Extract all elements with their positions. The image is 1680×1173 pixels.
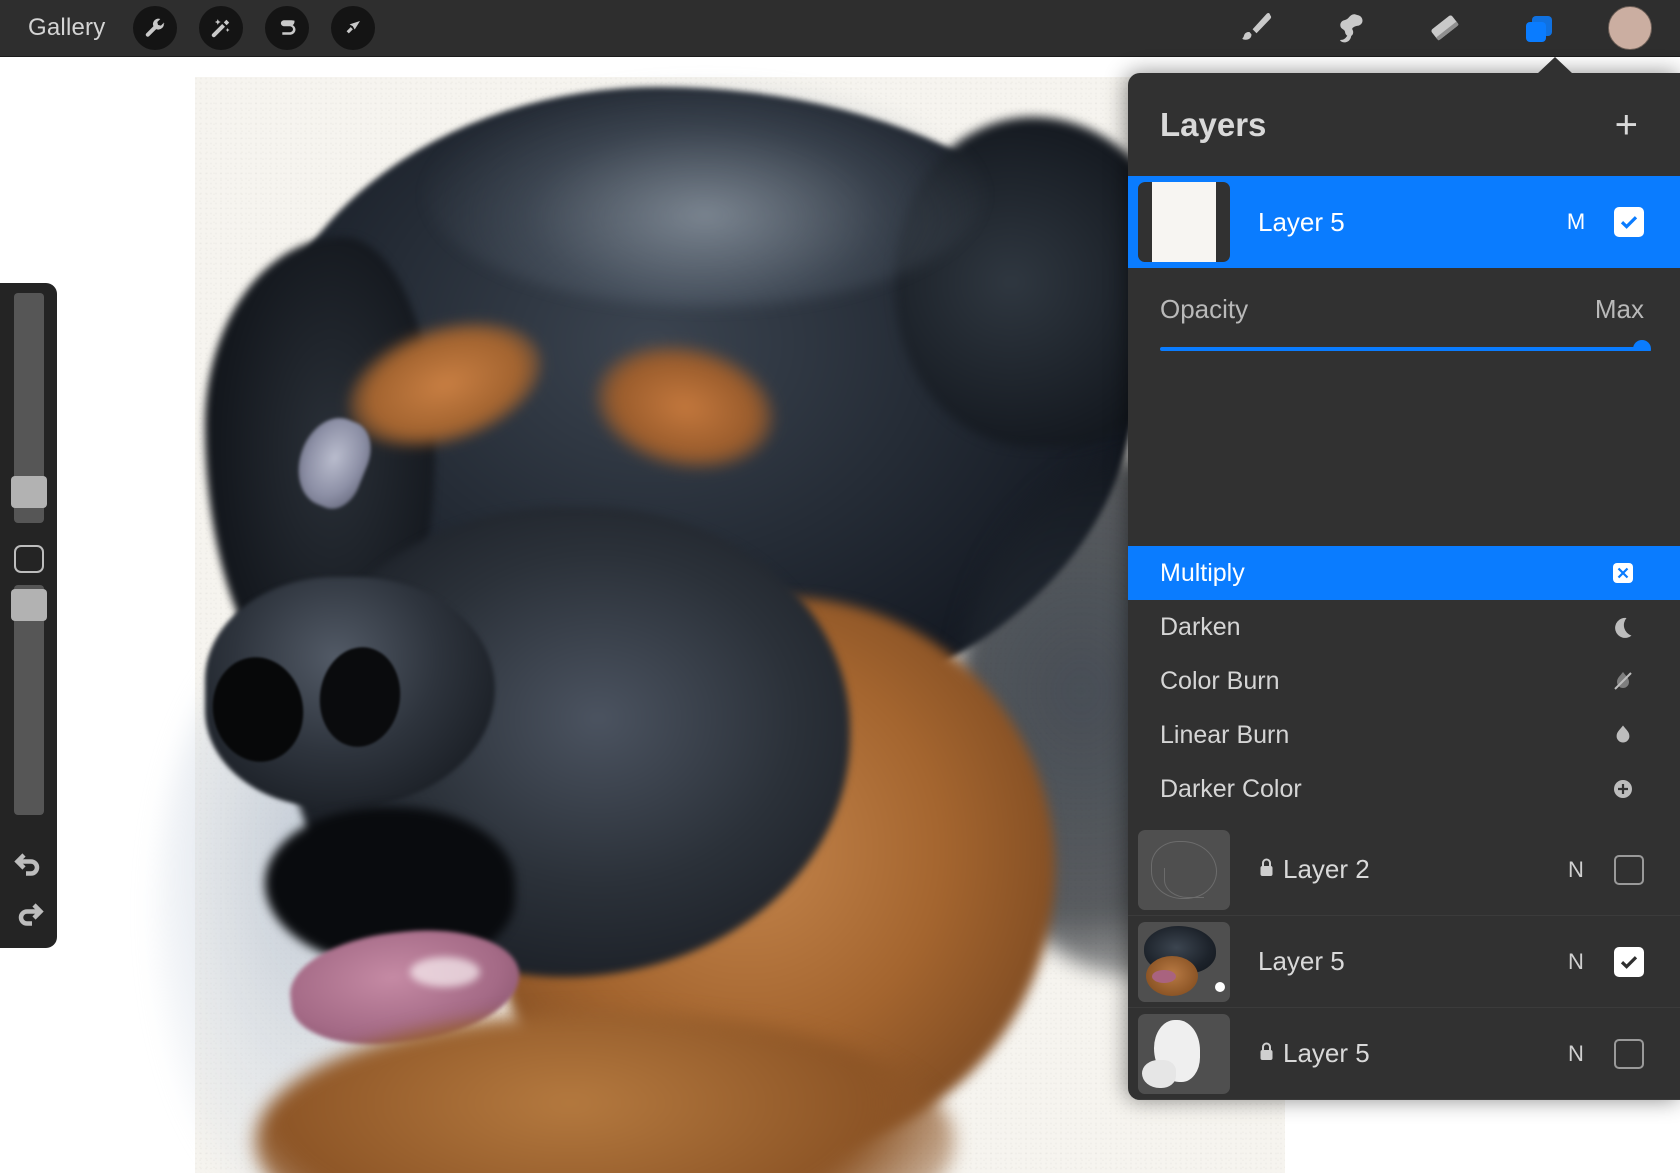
color-swatch[interactable] (1608, 6, 1652, 50)
layer-blend-mode-badge[interactable]: M (1556, 209, 1596, 235)
layer-thumbnail[interactable] (1138, 830, 1230, 910)
left-sidebar (0, 283, 57, 948)
linear-burn-icon (1608, 720, 1638, 750)
eraser-icon[interactable] (1420, 3, 1470, 53)
layer-blend-mode-badge[interactable]: N (1556, 1041, 1596, 1067)
layer-name-text: Layer 5 (1258, 946, 1345, 977)
layers-icon[interactable] (1514, 3, 1564, 53)
wrench-icon[interactable] (133, 6, 177, 50)
lock-icon (1258, 854, 1275, 885)
blend-mode-linear-burn[interactable]: Linear Burn (1128, 708, 1680, 762)
panel-caret (1537, 57, 1573, 74)
layer-row[interactable]: Layer 5 N (1128, 1008, 1680, 1100)
layer-list-bottom: Layer 2 N Layer 5 N (1128, 824, 1680, 1100)
layers-panel: Layers + Layer 5 M Opacity Max (1128, 73, 1680, 1100)
brush-size-thumb[interactable] (11, 476, 47, 508)
layer-name[interactable]: Layer 5 (1258, 207, 1556, 238)
brush-size-slider[interactable] (14, 293, 44, 523)
lock-icon (1258, 1038, 1275, 1069)
darken-moon-icon (1608, 612, 1638, 642)
add-layer-button[interactable]: + (1615, 105, 1638, 145)
layer-name[interactable]: Layer 2 (1258, 854, 1556, 885)
blend-mode-color-burn[interactable]: Color Burn (1128, 654, 1680, 708)
layer-name-text: Layer 2 (1283, 854, 1370, 885)
opacity-control: Opacity Max (1128, 268, 1680, 351)
layer-name-text: Layer 5 (1283, 1038, 1370, 1069)
opacity-label: Opacity (1160, 294, 1248, 325)
top-toolbar: Gallery (0, 0, 1680, 57)
magic-wand-icon[interactable] (199, 6, 243, 50)
blend-mode-label: Linear Burn (1160, 721, 1289, 750)
layer-thumbnail[interactable] (1138, 922, 1230, 1002)
multiply-icon (1608, 558, 1638, 588)
brush-opacity-slider[interactable] (14, 585, 44, 815)
selection-icon[interactable] (265, 6, 309, 50)
layer-name[interactable]: Layer 5 (1258, 946, 1556, 977)
page-title: Layers (1160, 106, 1266, 144)
blend-list-scroll-spacer (1128, 351, 1680, 546)
blend-mode-list[interactable]: Multiply Darken Color Burn Linear Burn (1128, 351, 1680, 824)
blend-mode-multiply[interactable]: Multiply (1128, 546, 1680, 600)
blend-mode-label: Color Burn (1160, 667, 1280, 696)
layer-blend-mode-badge[interactable]: N (1556, 857, 1596, 883)
smudge-icon[interactable] (1326, 3, 1376, 53)
top-right-tools (1232, 3, 1680, 53)
layer-thumbnail[interactable] (1138, 182, 1230, 262)
layer-row[interactable]: Layer 2 N (1128, 824, 1680, 916)
blend-mode-darken[interactable]: Darken (1128, 600, 1680, 654)
color-burn-icon (1608, 666, 1638, 696)
darker-color-icon (1608, 774, 1638, 804)
layer-row[interactable]: Layer 5 N (1128, 916, 1680, 1008)
layer-thumbnail[interactable] (1138, 1014, 1230, 1094)
artwork-painting (195, 77, 1285, 1173)
artwork-canvas[interactable] (195, 77, 1285, 1173)
layer-blend-mode-badge[interactable]: N (1556, 949, 1596, 975)
brush-opacity-thumb[interactable] (11, 589, 47, 621)
layer-name[interactable]: Layer 5 (1258, 1038, 1556, 1069)
arrow-transform-icon[interactable] (331, 6, 375, 50)
layer-visibility-checkbox[interactable] (1614, 855, 1644, 885)
blend-mode-label: Darker Color (1160, 775, 1302, 804)
opacity-value: Max (1595, 294, 1644, 325)
layers-panel-header: Layers + (1128, 73, 1680, 176)
blend-mode-label: Multiply (1160, 559, 1245, 588)
layer-row-selected[interactable]: Layer 5 M (1128, 176, 1680, 268)
paintbrush-icon[interactable] (1232, 3, 1282, 53)
blend-mode-label: Darken (1160, 613, 1241, 642)
blend-mode-darker-color[interactable]: Darker Color (1128, 762, 1680, 816)
layer-visibility-checkbox[interactable] (1614, 947, 1644, 977)
gallery-button[interactable]: Gallery (22, 10, 111, 46)
layer-visibility-checkbox[interactable] (1614, 207, 1644, 237)
modify-button[interactable] (14, 545, 44, 573)
redo-button[interactable] (6, 891, 52, 935)
procreate-window: Gallery (0, 0, 1680, 1173)
layer-visibility-checkbox[interactable] (1614, 1039, 1644, 1069)
undo-button[interactable] (6, 841, 52, 885)
